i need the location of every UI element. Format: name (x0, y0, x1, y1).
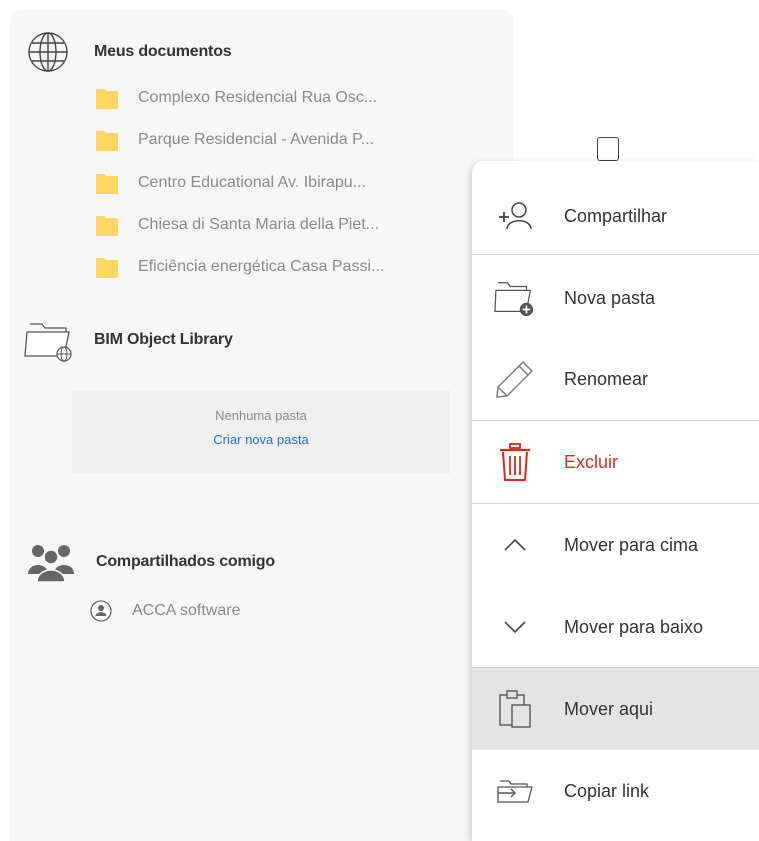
folder-icon (96, 258, 118, 278)
menu-item-copy-link[interactable]: Copiar link (472, 750, 759, 832)
folder-icon (96, 89, 118, 109)
share-user-icon (494, 195, 536, 237)
shared-header[interactable]: Compartilhados comigo (28, 542, 275, 582)
trash-icon (494, 441, 536, 483)
menu-item-share[interactable]: Compartilhar (472, 175, 759, 257)
library-folder-icon (24, 323, 72, 362)
menu-item-rename[interactable]: Renomear (472, 338, 759, 420)
menu-label: Compartilhar (564, 205, 668, 226)
folder-label: Parque Residencial - Avenida P... (138, 131, 375, 148)
folder-item[interactable]: Parque Residencial - Avenida P... (96, 125, 374, 155)
create-folder-link[interactable]: Criar nova pasta (72, 432, 450, 447)
new-folder-icon (494, 277, 536, 319)
folder-label: Complexo Residencial Rua Osc... (138, 89, 378, 106)
chevron-up-icon (494, 524, 536, 566)
empty-text: Nenhuma pasta (215, 408, 307, 423)
context-menu: Compartilhar Nova pasta Renomear Excluir… (472, 161, 759, 841)
shared-user-item[interactable]: ACCA software (90, 600, 240, 622)
select-checkbox[interactable] (597, 137, 619, 161)
empty-library-box: Nenhuma pasta Criar nova pasta (72, 390, 450, 474)
users-icon (28, 545, 74, 582)
folder-item[interactable]: Complexo Residencial Rua Osc... (96, 83, 377, 113)
pencil-icon (494, 358, 536, 400)
menu-label: Copiar link (564, 780, 650, 801)
menu-item-new-folder[interactable]: Nova pasta (472, 257, 759, 339)
folder-item[interactable]: Chiesa di Santa Maria della Piet... (96, 210, 379, 240)
paste-icon (494, 688, 536, 730)
library-header[interactable]: BIM Object Library (24, 318, 233, 362)
folder-item[interactable]: Centro Educational Av. Ibirapu... (96, 168, 366, 198)
menu-label: Nova pasta (564, 287, 656, 308)
link-folder-icon (494, 770, 536, 812)
shared-user-label: ACCA software (132, 602, 241, 619)
folder-label: Centro Educational Av. Ibirapu... (138, 174, 366, 191)
menu-item-move-up[interactable]: Mover para cima (472, 504, 759, 586)
sidebar: Meus documentos Complexo Residencial Rua… (10, 10, 514, 841)
folder-label: Chiesa di Santa Maria della Piet... (138, 216, 380, 233)
menu-label: Mover para cima (564, 534, 699, 555)
shared-title: Compartilhados comigo (96, 553, 275, 570)
folder-item[interactable]: Eficiência energética Casa Passi... (96, 252, 384, 282)
library-title: BIM Object Library (94, 331, 233, 348)
folder-icon (96, 216, 118, 236)
folder-icon (96, 174, 118, 194)
user-circle-icon (90, 600, 112, 622)
menu-item-move-down[interactable]: Mover para baixo (472, 586, 759, 668)
menu-item-move-here[interactable]: Mover aqui (472, 668, 759, 750)
menu-divider (472, 254, 759, 255)
folder-icon (96, 131, 118, 151)
globe-icon (28, 32, 68, 72)
menu-label: Renomear (564, 368, 649, 389)
my-documents-title: Meus documentos (94, 43, 232, 60)
chevron-down-icon (494, 606, 536, 648)
menu-label: Mover para baixo (564, 616, 704, 637)
menu-item-delete[interactable]: Excluir (472, 421, 759, 503)
my-documents-header[interactable]: Meus documentos (26, 30, 232, 74)
menu-label: Excluir (564, 451, 619, 472)
folder-label: Eficiência energética Casa Passi... (138, 258, 385, 275)
menu-label: Mover aqui (564, 698, 654, 719)
